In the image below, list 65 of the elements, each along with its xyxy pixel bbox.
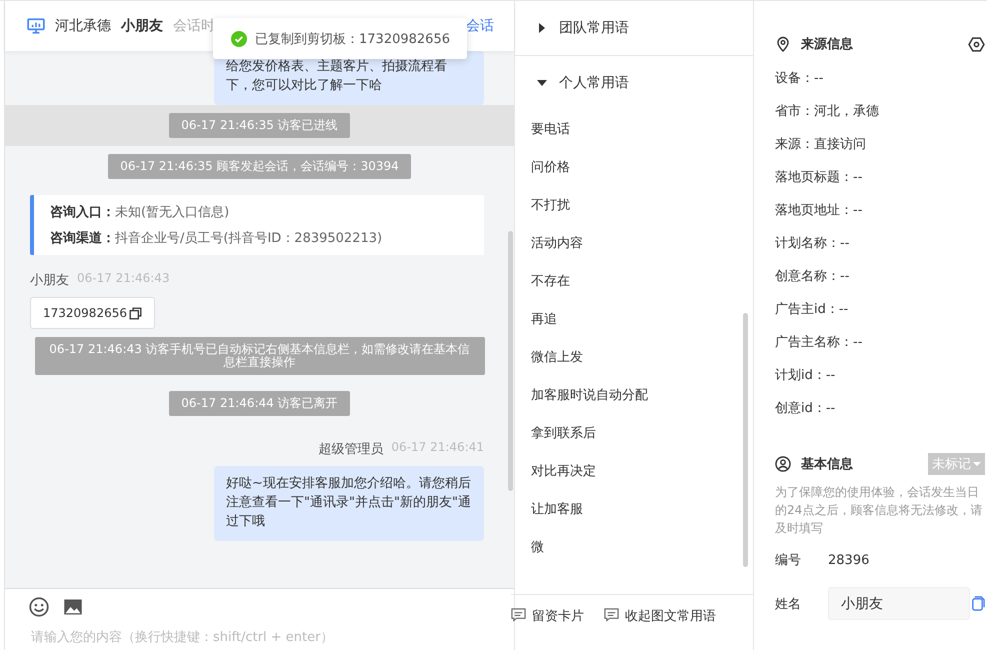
phrase-item[interactable]: 再追 xyxy=(515,300,753,338)
section-title: 来源信息 xyxy=(801,36,853,53)
location-pin-icon xyxy=(775,36,791,52)
source-info: 设备：-- xyxy=(775,70,824,88)
message-icon xyxy=(604,607,619,622)
phrase-item[interactable]: 对比再决定 xyxy=(515,452,753,490)
source-info: 广告主id：-- xyxy=(775,301,850,319)
source-info: 创意id：-- xyxy=(775,400,836,418)
action-button[interactable]: 留资卡片 xyxy=(511,607,584,650)
name-field[interactable]: 小朋友 xyxy=(828,587,970,620)
visitor-name: 小朋友 xyxy=(121,17,163,35)
source-info: 计划id：-- xyxy=(775,367,836,385)
system-notice: 06-17 21:46:35 访客已进线 xyxy=(169,113,350,138)
monitor-icon xyxy=(27,17,45,35)
message-bubble: 17320982656 xyxy=(30,297,155,329)
section-title: 基本信息 xyxy=(801,456,853,473)
field-label: 姓名 xyxy=(775,596,802,612)
copy-icon xyxy=(970,596,985,611)
notice-text: 为了保障您的使用体验，会话发生当日的24点之后，顾客信息将无法修改，请及时填写 xyxy=(775,484,984,537)
phrase-group[interactable]: 团队常用语 xyxy=(515,1,753,56)
system-notice: 06-17 21:46:35 顾客发起会话，会话编号：30394 xyxy=(108,154,411,179)
entry-info: 咨询渠道：抖音企业号/员工号(抖音号ID：2839502213) xyxy=(50,230,384,247)
source-info: 创意名称：-- xyxy=(775,268,850,286)
phrase-group[interactable]: 个人常用语 xyxy=(515,56,753,110)
scrollbar[interactable] xyxy=(508,231,513,491)
source-info: 落地页地址：-- xyxy=(775,202,864,220)
caret-icon xyxy=(973,460,981,468)
source-info: 省市：河北，承德 xyxy=(775,103,880,121)
phrase-item[interactable]: 不存在 xyxy=(515,262,753,300)
source-info: 广告主名称：-- xyxy=(775,334,864,352)
phrase-item[interactable]: 微 xyxy=(515,528,753,566)
message-time: 06-17 21:46:41 xyxy=(391,440,484,456)
phrase-item[interactable]: 拿到联系后 xyxy=(515,414,753,452)
field-label: 编号 xyxy=(775,552,802,569)
emoji-icon xyxy=(29,597,49,617)
success-icon xyxy=(231,30,247,46)
system-notice: 06-17 21:46:44 访客已离开 xyxy=(169,391,350,416)
session-info: 会话时 xyxy=(173,17,215,35)
sender-name: 超级管理员 xyxy=(318,441,384,458)
settings-icon[interactable] xyxy=(968,36,985,52)
message-time: 06-17 21:46:43 xyxy=(77,271,170,287)
action-button[interactable]: 收起图文常用语 xyxy=(604,607,716,650)
phrase-item[interactable]: 加客服时说自动分配 xyxy=(515,376,753,414)
phrase-item[interactable]: 不打扰 xyxy=(515,186,753,224)
source-info: 来源：直接访问 xyxy=(775,136,867,154)
phrase-item[interactable]: 微信上发 xyxy=(515,338,753,376)
user-icon xyxy=(775,456,791,472)
sender-name: 小朋友 xyxy=(30,272,69,289)
source-info: 计划名称：-- xyxy=(775,235,850,253)
source-info: 落地页标题：-- xyxy=(775,169,864,187)
visitor-location: 河北承德 xyxy=(55,17,111,35)
image-icon xyxy=(63,597,83,617)
phrase-item[interactable]: 问价格 xyxy=(515,148,753,186)
phrase-item[interactable]: 让加客服 xyxy=(515,490,753,528)
message-icon xyxy=(511,607,526,622)
system-notice: 06-17 21:46:43 访客手机号已自动标记右侧基本信息栏，如需修改请在基本信息栏直接操作 xyxy=(34,337,484,375)
copy-icon xyxy=(128,306,142,320)
entry-info: 咨询入口：未知(暂无入口信息) xyxy=(50,204,230,221)
scrollbar[interactable] xyxy=(743,313,748,567)
field-value: 28396 xyxy=(828,552,870,568)
message-bubble: 好哒~现在安排客服加您介绍哈。请您稍后注意查看一下"通讯录"并点击"新的朋友"通过下哦 xyxy=(214,466,484,541)
toast-text: 已复制到剪切板：17320982656 xyxy=(255,30,450,48)
phrase-item[interactable]: 活动内容 xyxy=(515,224,753,262)
phrase-item[interactable]: 要电话 xyxy=(515,110,753,148)
session-link[interactable]: 会话 xyxy=(466,17,494,35)
